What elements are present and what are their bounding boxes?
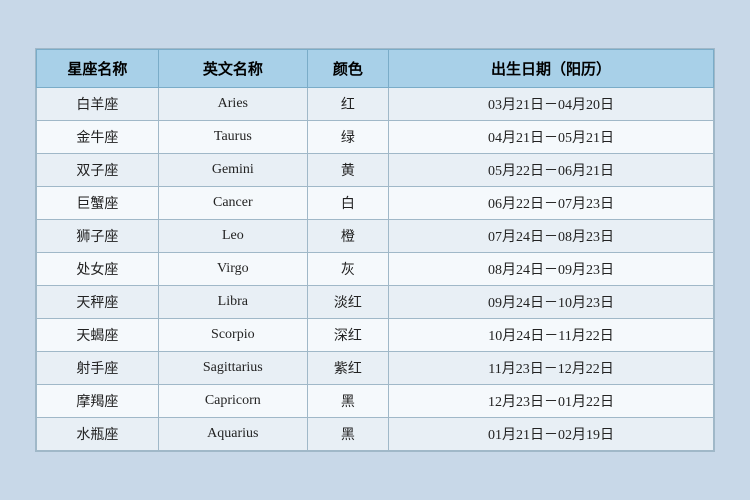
- header-color: 颜色: [307, 50, 388, 88]
- table-row: 摩羯座Capricorn黑12月23日－01月22日: [37, 385, 714, 418]
- cell-english: Aquarius: [158, 418, 307, 451]
- header-english: 英文名称: [158, 50, 307, 88]
- cell-chinese: 双子座: [37, 154, 159, 187]
- table-row: 水瓶座Aquarius黑01月21日－02月19日: [37, 418, 714, 451]
- cell-chinese: 金牛座: [37, 121, 159, 154]
- cell-color: 深红: [307, 319, 388, 352]
- cell-chinese: 射手座: [37, 352, 159, 385]
- cell-date: 11月23日－12月22日: [389, 352, 714, 385]
- cell-color: 白: [307, 187, 388, 220]
- table-row: 天蝎座Scorpio深红10月24日－11月22日: [37, 319, 714, 352]
- cell-date: 01月21日－02月19日: [389, 418, 714, 451]
- cell-date: 08月24日－09月23日: [389, 253, 714, 286]
- table-row: 处女座Virgo灰08月24日－09月23日: [37, 253, 714, 286]
- table-header-row: 星座名称 英文名称 颜色 出生日期（阳历）: [37, 50, 714, 88]
- cell-color: 红: [307, 88, 388, 121]
- cell-date: 06月22日－07月23日: [389, 187, 714, 220]
- header-date: 出生日期（阳历）: [389, 50, 714, 88]
- cell-chinese: 处女座: [37, 253, 159, 286]
- cell-date: 04月21日－05月21日: [389, 121, 714, 154]
- cell-chinese: 巨蟹座: [37, 187, 159, 220]
- cell-chinese: 摩羯座: [37, 385, 159, 418]
- table-row: 天秤座Libra淡红09月24日－10月23日: [37, 286, 714, 319]
- table-row: 巨蟹座Cancer白06月22日－07月23日: [37, 187, 714, 220]
- cell-color: 灰: [307, 253, 388, 286]
- table-row: 射手座Sagittarius紫红11月23日－12月22日: [37, 352, 714, 385]
- cell-chinese: 水瓶座: [37, 418, 159, 451]
- cell-color: 绿: [307, 121, 388, 154]
- table-row: 双子座Gemini黄05月22日－06月21日: [37, 154, 714, 187]
- cell-color: 紫红: [307, 352, 388, 385]
- header-chinese: 星座名称: [37, 50, 159, 88]
- cell-chinese: 天秤座: [37, 286, 159, 319]
- cell-english: Scorpio: [158, 319, 307, 352]
- cell-color: 橙: [307, 220, 388, 253]
- zodiac-table: 星座名称 英文名称 颜色 出生日期（阳历） 白羊座Aries红03月21日－04…: [36, 49, 714, 451]
- cell-date: 10月24日－11月22日: [389, 319, 714, 352]
- table-row: 白羊座Aries红03月21日－04月20日: [37, 88, 714, 121]
- cell-english: Leo: [158, 220, 307, 253]
- cell-english: Aries: [158, 88, 307, 121]
- cell-color: 黑: [307, 418, 388, 451]
- cell-date: 12月23日－01月22日: [389, 385, 714, 418]
- cell-chinese: 狮子座: [37, 220, 159, 253]
- cell-color: 淡红: [307, 286, 388, 319]
- cell-english: Taurus: [158, 121, 307, 154]
- cell-date: 05月22日－06月21日: [389, 154, 714, 187]
- cell-color: 黑: [307, 385, 388, 418]
- cell-color: 黄: [307, 154, 388, 187]
- zodiac-table-container: 星座名称 英文名称 颜色 出生日期（阳历） 白羊座Aries红03月21日－04…: [35, 48, 715, 452]
- cell-english: Sagittarius: [158, 352, 307, 385]
- cell-chinese: 白羊座: [37, 88, 159, 121]
- cell-date: 07月24日－08月23日: [389, 220, 714, 253]
- cell-date: 03月21日－04月20日: [389, 88, 714, 121]
- cell-english: Cancer: [158, 187, 307, 220]
- cell-english: Libra: [158, 286, 307, 319]
- cell-english: Virgo: [158, 253, 307, 286]
- table-row: 金牛座Taurus绿04月21日－05月21日: [37, 121, 714, 154]
- cell-date: 09月24日－10月23日: [389, 286, 714, 319]
- table-row: 狮子座Leo橙07月24日－08月23日: [37, 220, 714, 253]
- cell-english: Capricorn: [158, 385, 307, 418]
- cell-chinese: 天蝎座: [37, 319, 159, 352]
- cell-english: Gemini: [158, 154, 307, 187]
